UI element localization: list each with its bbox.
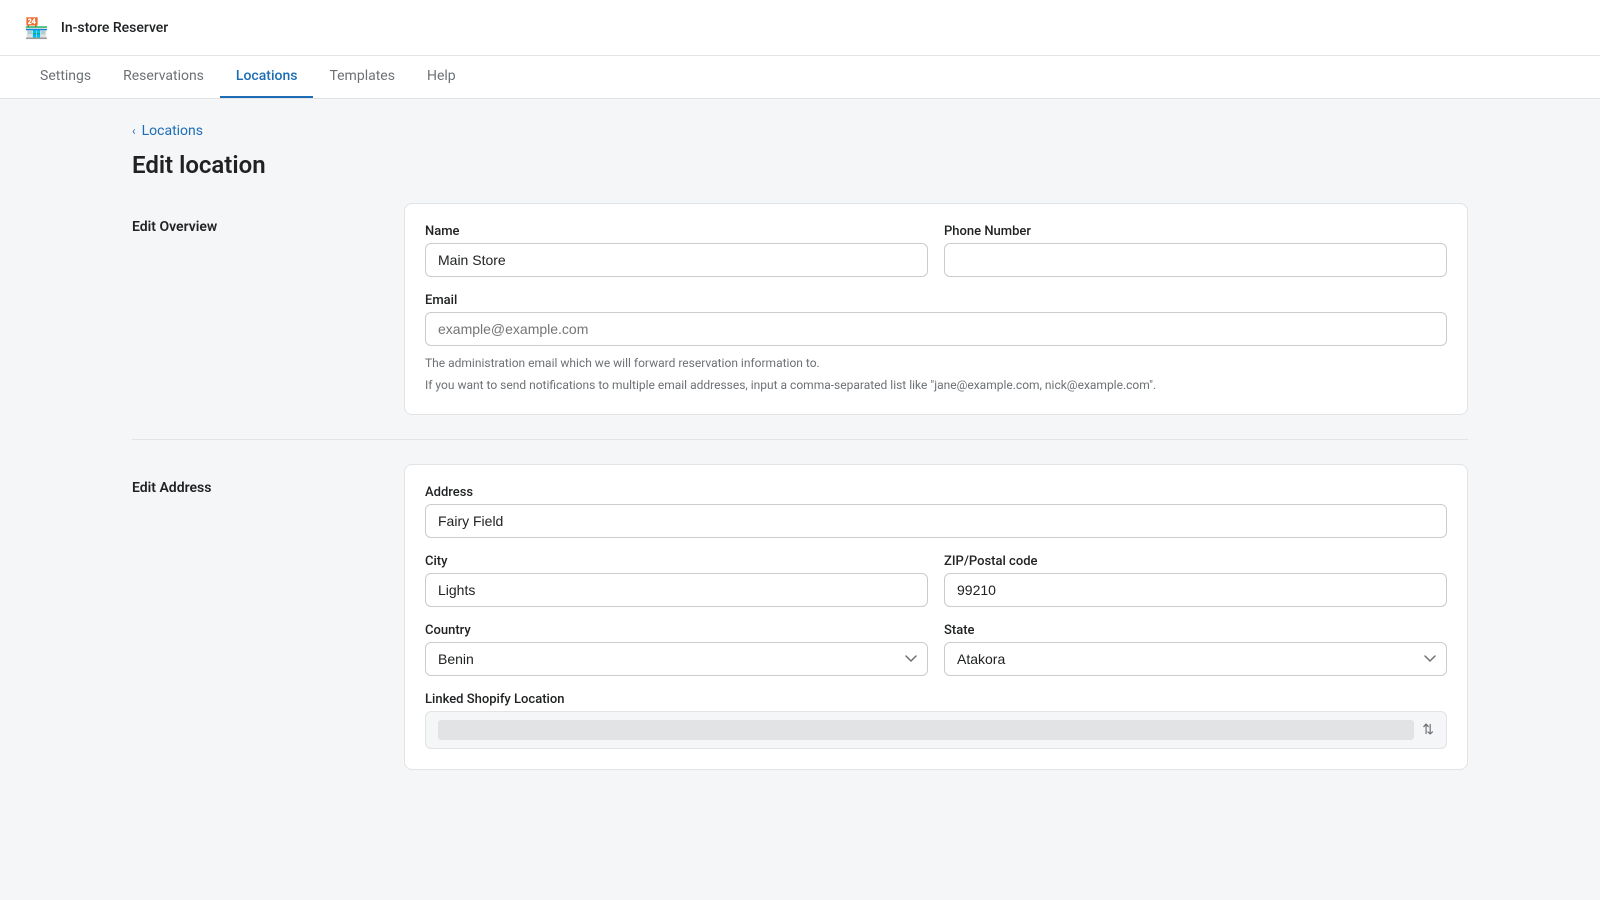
country-state-row: Country Benin State Atakora xyxy=(425,623,1447,676)
page-content: ‹ Locations Edit location Edit Overview … xyxy=(100,99,1500,794)
city-group: City xyxy=(425,554,928,607)
breadcrumb[interactable]: ‹ Locations xyxy=(132,123,1468,139)
city-zip-row: City ZIP/Postal code xyxy=(425,554,1447,607)
state-select[interactable]: Atakora xyxy=(944,642,1447,676)
linked-shopify-inner xyxy=(438,720,1414,740)
state-label: State xyxy=(944,623,1447,638)
email-hint1: The administration email which we will f… xyxy=(425,354,1447,372)
nav-item-templates[interactable]: Templates xyxy=(313,56,411,98)
edit-address-label: Edit Address xyxy=(132,464,372,770)
back-arrow-icon: ‹ xyxy=(132,124,136,138)
edit-overview-card: Name Phone Number Email The administrati… xyxy=(404,203,1468,415)
edit-overview-label: Edit Overview xyxy=(132,203,372,415)
email-input[interactable] xyxy=(425,312,1447,346)
name-phone-row: Name Phone Number xyxy=(425,224,1447,277)
name-label: Name xyxy=(425,224,928,239)
city-input[interactable] xyxy=(425,573,928,607)
edit-overview-section: Edit Overview Name Phone Number Email Th… xyxy=(132,203,1468,415)
edit-address-heading: Edit Address xyxy=(132,480,372,496)
nav-item-locations[interactable]: Locations xyxy=(220,56,314,98)
name-input[interactable] xyxy=(425,243,928,277)
linked-shopify-arrow-icon: ⇅ xyxy=(1422,722,1434,738)
nav-item-settings[interactable]: Settings xyxy=(24,56,107,98)
phone-input[interactable] xyxy=(944,243,1447,277)
name-group: Name xyxy=(425,224,928,277)
edit-overview-heading: Edit Overview xyxy=(132,219,372,235)
email-hint2: If you want to send notifications to mul… xyxy=(425,376,1447,394)
country-select[interactable]: Benin xyxy=(425,642,928,676)
phone-group: Phone Number xyxy=(944,224,1447,277)
edit-address-card: Address City ZIP/Postal code Country xyxy=(404,464,1468,770)
app-title: In-store Reserver xyxy=(61,20,168,36)
country-label: Country xyxy=(425,623,928,638)
address-input[interactable] xyxy=(425,504,1447,538)
linked-shopify-group: Linked Shopify Location ⇅ xyxy=(425,692,1447,749)
breadcrumb-label[interactable]: Locations xyxy=(142,123,203,139)
city-label: City xyxy=(425,554,928,569)
app-header: 🏪 In-store Reserver xyxy=(0,0,1600,56)
nav-item-help[interactable]: Help xyxy=(411,56,472,98)
page-title: Edit location xyxy=(132,151,1468,179)
email-group: Email xyxy=(425,293,1447,346)
zip-group: ZIP/Postal code xyxy=(944,554,1447,607)
country-group: Country Benin xyxy=(425,623,928,676)
app-logo-icon: 🏪 xyxy=(24,16,49,40)
section-divider xyxy=(132,439,1468,440)
address-group: Address xyxy=(425,485,1447,538)
nav-item-reservations[interactable]: Reservations xyxy=(107,56,220,98)
linked-shopify-select[interactable]: ⇅ xyxy=(425,711,1447,749)
edit-address-section: Edit Address Address City ZIP/Postal cod… xyxy=(132,464,1468,770)
linked-shopify-label: Linked Shopify Location xyxy=(425,692,1447,707)
state-group: State Atakora xyxy=(944,623,1447,676)
nav-bar: Settings Reservations Locations Template… xyxy=(0,56,1600,99)
zip-input[interactable] xyxy=(944,573,1447,607)
address-label: Address xyxy=(425,485,1447,500)
zip-label: ZIP/Postal code xyxy=(944,554,1447,569)
phone-label: Phone Number xyxy=(944,224,1447,239)
email-label: Email xyxy=(425,293,1447,308)
